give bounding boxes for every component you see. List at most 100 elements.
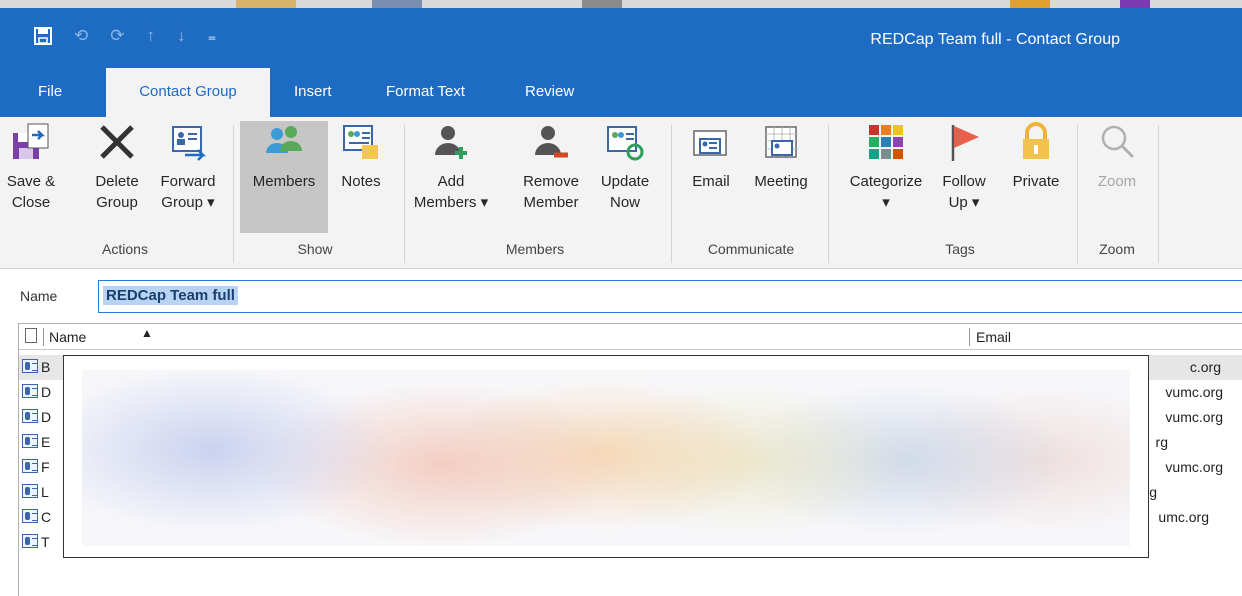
lock-icon xyxy=(1023,122,1049,159)
meeting-button[interactable]: Meeting xyxy=(744,121,818,192)
save-close-label-2: Close xyxy=(11,194,51,211)
customize-toolbar-icon[interactable]: ₌ xyxy=(208,26,217,46)
add-members-button[interactable]: Add Members ▾ xyxy=(412,121,490,213)
remove-member-label-2: Member xyxy=(523,194,579,211)
categorize-icon xyxy=(869,125,903,159)
magnifier-icon xyxy=(1101,125,1135,159)
contact-card-icon xyxy=(22,409,38,423)
arrow-up-icon[interactable]: ↑ xyxy=(147,26,156,46)
ribbon: Save & Close Delete Group Forward Group … xyxy=(0,117,1242,269)
members-icon xyxy=(266,126,302,153)
group-label-communicate: Communicate xyxy=(707,241,795,257)
group-label-tags: Tags xyxy=(945,241,975,257)
delete-group-button[interactable]: Delete Group xyxy=(86,121,148,213)
ribbon-separator xyxy=(233,125,234,263)
add-member-icon xyxy=(435,126,467,159)
ribbon-separator xyxy=(671,125,672,263)
window-title: REDCap Team full - Contact Group xyxy=(870,31,1120,48)
update-card-icon xyxy=(607,126,644,161)
remove-member-button[interactable]: Remove Member xyxy=(514,121,588,213)
contact-card-icon xyxy=(22,484,38,498)
ribbon-separator xyxy=(828,125,829,263)
meeting-calendar-icon xyxy=(765,126,797,158)
member-email: umc.org xyxy=(1158,509,1209,525)
member-email: g xyxy=(1149,484,1157,500)
email-card-icon xyxy=(693,130,727,156)
group-name-input[interactable]: REDCap Team full xyxy=(98,280,1242,313)
email-button[interactable]: Email xyxy=(680,121,742,192)
forward-card-icon xyxy=(172,126,207,161)
quick-access-toolbar: ⟲ ⟳ ↑ ↓ ₌ xyxy=(34,26,216,46)
arrow-down-icon[interactable]: ↓ xyxy=(177,26,186,46)
member-email: vumc.org xyxy=(1165,384,1223,400)
document-icon xyxy=(25,328,37,343)
contact-card-icon xyxy=(22,434,38,448)
column-header-email[interactable]: Email xyxy=(976,329,1011,345)
redaction-overlay xyxy=(63,355,1149,558)
group-label-zoom: Zoom xyxy=(1099,241,1135,257)
meeting-label: Meeting xyxy=(754,173,808,190)
categorize-label-2: ▾ xyxy=(882,194,890,211)
zoom-button[interactable]: Zoom xyxy=(1084,121,1150,192)
forward-group-button[interactable]: Forward Group ▾ xyxy=(152,121,224,213)
redo-icon[interactable]: ⟳ xyxy=(110,26,124,46)
members-view-button[interactable]: Members xyxy=(240,121,328,233)
group-name-value: REDCap Team full xyxy=(103,286,238,305)
sort-ascending-icon: ▲ xyxy=(141,326,153,340)
list-header: Name ▲ Email xyxy=(19,324,1242,350)
ribbon-separator xyxy=(404,125,405,263)
member-name-initial: D xyxy=(41,409,52,425)
update-now-button[interactable]: Update Now xyxy=(592,121,658,213)
update-now-label-1: Update xyxy=(600,173,650,190)
member-name-initial: B xyxy=(41,359,51,375)
window-behind-strip xyxy=(0,0,1242,8)
zoom-label: Zoom xyxy=(1097,173,1137,190)
ribbon-separator xyxy=(1158,125,1159,263)
tab-review[interactable]: Review xyxy=(525,75,574,117)
tab-contact-group[interactable]: Contact Group xyxy=(106,68,270,117)
delete-x-icon xyxy=(100,125,134,159)
forward-group-label-1: Forward xyxy=(160,173,216,190)
forward-group-label-2: Group ▾ xyxy=(161,194,215,211)
member-name-initial: T xyxy=(41,534,50,550)
undo-icon[interactable]: ⟲ xyxy=(74,26,88,46)
notes-icon xyxy=(343,125,378,159)
member-email: c.org xyxy=(1189,359,1221,375)
update-now-label-2: Now xyxy=(609,194,640,211)
contact-card-icon xyxy=(22,384,38,398)
ribbon-tabs: File Contact Group Insert Format Text Re… xyxy=(0,68,1242,117)
notes-label: Notes xyxy=(341,173,381,190)
notes-button[interactable]: Notes xyxy=(332,121,390,192)
follow-up-button[interactable]: Follow Up ▾ xyxy=(936,121,992,213)
group-label-members: Members xyxy=(505,241,565,257)
contact-card-icon xyxy=(22,534,38,548)
group-label-actions: Actions xyxy=(102,241,148,257)
private-button[interactable]: Private xyxy=(1002,121,1070,192)
tab-insert[interactable]: Insert xyxy=(294,75,332,117)
group-label-show: Show xyxy=(297,241,333,257)
title-bar: ⟲ ⟳ ↑ ↓ ₌ REDCap Team full - Contact Gro… xyxy=(0,0,1242,75)
tab-file[interactable]: File xyxy=(38,75,62,117)
delete-group-label-1: Delete xyxy=(95,173,139,190)
member-email: rg xyxy=(1155,434,1168,450)
member-email: vumc.org xyxy=(1165,459,1223,475)
floppy-save-icon[interactable] xyxy=(34,27,52,45)
member-name-initial: D xyxy=(41,384,52,400)
save-close-button[interactable]: Save & Close xyxy=(0,121,62,213)
contact-card-icon xyxy=(22,459,38,473)
save-close-icon xyxy=(13,123,49,159)
delete-group-label-2: Group xyxy=(96,194,138,211)
member-name-initial: F xyxy=(41,459,50,475)
column-divider xyxy=(43,328,44,346)
tab-format-text[interactable]: Format Text xyxy=(386,75,465,117)
column-header-name[interactable]: Name xyxy=(49,329,86,345)
members-view-label: Members xyxy=(252,173,316,190)
add-members-label-1: Add xyxy=(437,173,465,190)
column-divider xyxy=(969,328,970,346)
contact-card-icon xyxy=(22,359,38,373)
categorize-button[interactable]: Categorize ▾ xyxy=(838,121,934,213)
follow-up-label-2: Up ▾ xyxy=(948,194,980,211)
remove-member-label-1: Remove xyxy=(523,173,579,190)
member-name-initial: E xyxy=(41,434,51,450)
name-field-label: Name xyxy=(20,288,58,304)
